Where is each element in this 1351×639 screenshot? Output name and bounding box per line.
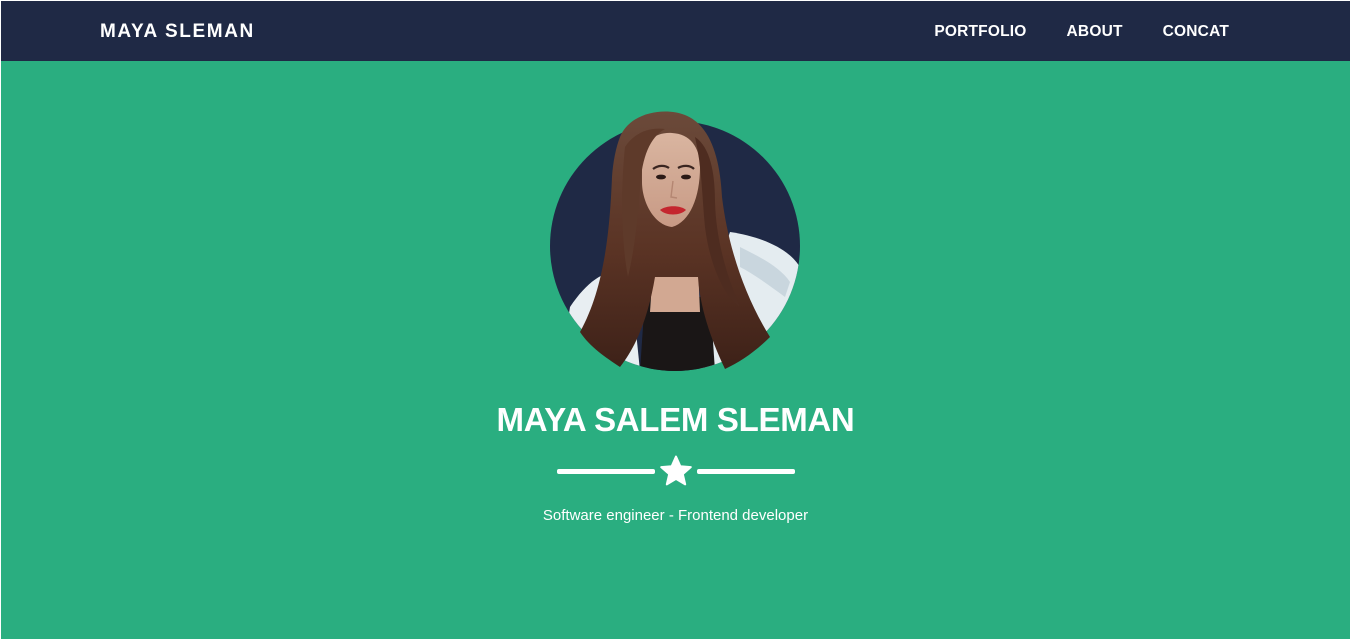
brand-link[interactable]: MAYA SLEMAN	[100, 20, 255, 44]
profile-photo	[560, 111, 800, 371]
hero-subtitle: Software engineer - Frontend developer	[542, 507, 809, 524]
star-divider	[557, 455, 795, 489]
star-icon	[660, 455, 692, 486]
page: MAYA SLEMAN PORTFOLIO ABOUT CONCAT MAYA …	[0, 0, 1351, 639]
avatar	[550, 107, 802, 371]
divider-line-right	[697, 469, 795, 474]
hero-name: MAYA SALEM SLEMAN	[496, 401, 855, 438]
navbar: MAYA SLEMAN PORTFOLIO ABOUT CONCAT	[1, 1, 1350, 61]
nav-link-about[interactable]: ABOUT	[1067, 21, 1123, 43]
nav-links: PORTFOLIO ABOUT CONCAT	[934, 21, 1229, 43]
nav-link-portfolio[interactable]: PORTFOLIO	[934, 21, 1026, 43]
nav-link-contact[interactable]: CONCAT	[1163, 21, 1229, 43]
divider-line-left	[557, 469, 655, 474]
